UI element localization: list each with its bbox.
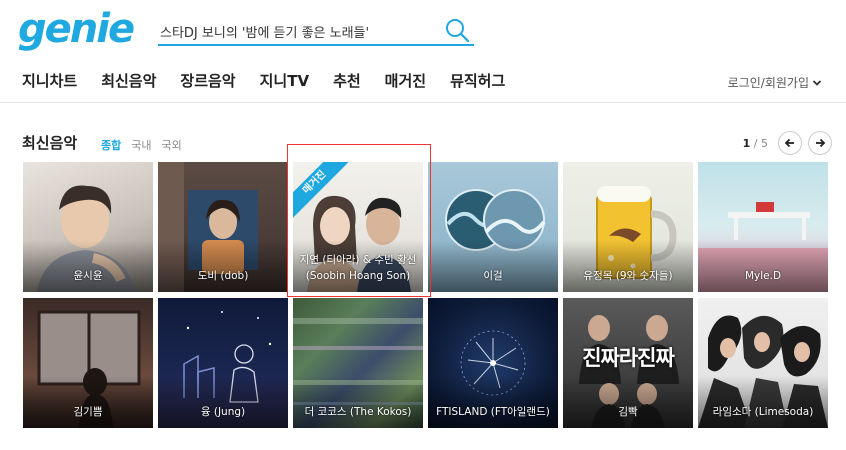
nav-latest-music[interactable]: 최신음악 xyxy=(101,70,156,91)
album-artist: Myle.D xyxy=(744,270,782,282)
login-link[interactable]: 로그인/회원가입 xyxy=(728,74,822,91)
chevron-down-icon xyxy=(812,79,822,86)
login-label: 로그인/회원가입 xyxy=(727,76,809,90)
nav-recommend[interactable]: 추천 xyxy=(333,70,361,91)
album-shade xyxy=(563,240,693,292)
album-card[interactable]: 도비 (dob) xyxy=(158,162,288,292)
genie-logo[interactable]: genie xyxy=(18,6,135,52)
pager: 1 / 5 xyxy=(743,131,832,155)
album-artist: 김빡 xyxy=(618,406,638,418)
album-card[interactable]: Myle.D xyxy=(698,162,828,292)
album-shade xyxy=(158,376,288,428)
search-button[interactable] xyxy=(444,17,470,43)
page-total: / 5 xyxy=(753,136,768,150)
main-nav: 지니차트 최신음악 장르음악 지니TV 추천 매거진 뮤직허그 xyxy=(22,70,529,91)
page-indicator: 1 / 5 xyxy=(743,137,768,150)
section-tabs: 종합 국내 국외 xyxy=(101,137,182,153)
album-artist: 이걸 xyxy=(483,270,503,282)
album-card[interactable]: 진짜라진짜 김빡 xyxy=(563,298,693,428)
album-card[interactable]: 이걸 xyxy=(428,162,558,292)
section-title: 최신음악 xyxy=(22,134,78,152)
next-page-button[interactable] xyxy=(808,131,832,155)
album-shade xyxy=(428,376,558,428)
album-shade xyxy=(23,376,153,428)
album-shade xyxy=(698,376,828,428)
nav-genie-chart[interactable]: 지니차트 xyxy=(22,70,77,91)
search-input[interactable] xyxy=(160,20,430,42)
nav-genre-music[interactable]: 장르음악 xyxy=(180,70,235,91)
album-shade xyxy=(428,240,558,292)
tab-domestic[interactable]: 국내 xyxy=(131,137,151,153)
album-card[interactable]: FTISLAND (FT아일랜드) xyxy=(428,298,558,428)
album-card[interactable]: 융 (Jung) xyxy=(158,298,288,428)
album-card-highlighted[interactable]: 매거진 지연 (티아라) & 수빈 황선 (Soobin Hoang Son) xyxy=(293,162,423,292)
album-card[interactable]: 김기쁨 xyxy=(23,298,153,428)
album-artist: 도비 (dob) xyxy=(197,270,249,282)
nav-magazine[interactable]: 매거진 xyxy=(385,70,426,91)
album-card[interactable]: 라임소다 (Limesoda) xyxy=(698,298,828,428)
nav-music-hug[interactable]: 뮤직허그 xyxy=(450,70,505,91)
arrow-right-icon xyxy=(816,138,826,148)
album-shade xyxy=(23,240,153,292)
album-shade xyxy=(698,240,828,292)
album-artist: 김기쁨 xyxy=(73,406,103,418)
album-art-title: 진짜라진짜 xyxy=(582,346,675,370)
album-artist: 더 코코스 (The Kokos) xyxy=(304,406,412,418)
album-artist: 유정목 (9와 숫자들) xyxy=(583,270,673,282)
album-artist: 윤시윤 xyxy=(73,270,103,282)
prev-page-button[interactable] xyxy=(778,131,802,155)
album-shade xyxy=(158,240,288,292)
tab-all[interactable]: 종합 xyxy=(101,137,121,153)
album-artist: FTISLAND (FT아일랜드) xyxy=(436,406,550,418)
search-icon xyxy=(446,19,470,43)
search-bar xyxy=(158,16,474,46)
nav-genie-tv[interactable]: 지니TV xyxy=(260,70,309,91)
album-shade xyxy=(293,376,423,428)
album-artist: 지연 (티아라) & 수빈 황선 (Soobin Hoang Son) xyxy=(299,254,417,282)
album-shade xyxy=(563,376,693,428)
album-artist: 융 (Jung) xyxy=(200,406,246,418)
header-divider xyxy=(0,102,846,103)
tab-foreign[interactable]: 국외 xyxy=(162,137,182,153)
album-card[interactable]: 유정목 (9와 숫자들) xyxy=(563,162,693,292)
album-card[interactable]: 윤시윤 xyxy=(23,162,153,292)
page-current: 1 xyxy=(742,136,751,150)
album-artist: 라임소다 (Limesoda) xyxy=(712,406,814,418)
arrow-left-icon xyxy=(784,138,794,148)
album-card[interactable]: 더 코코스 (The Kokos) xyxy=(293,298,423,428)
